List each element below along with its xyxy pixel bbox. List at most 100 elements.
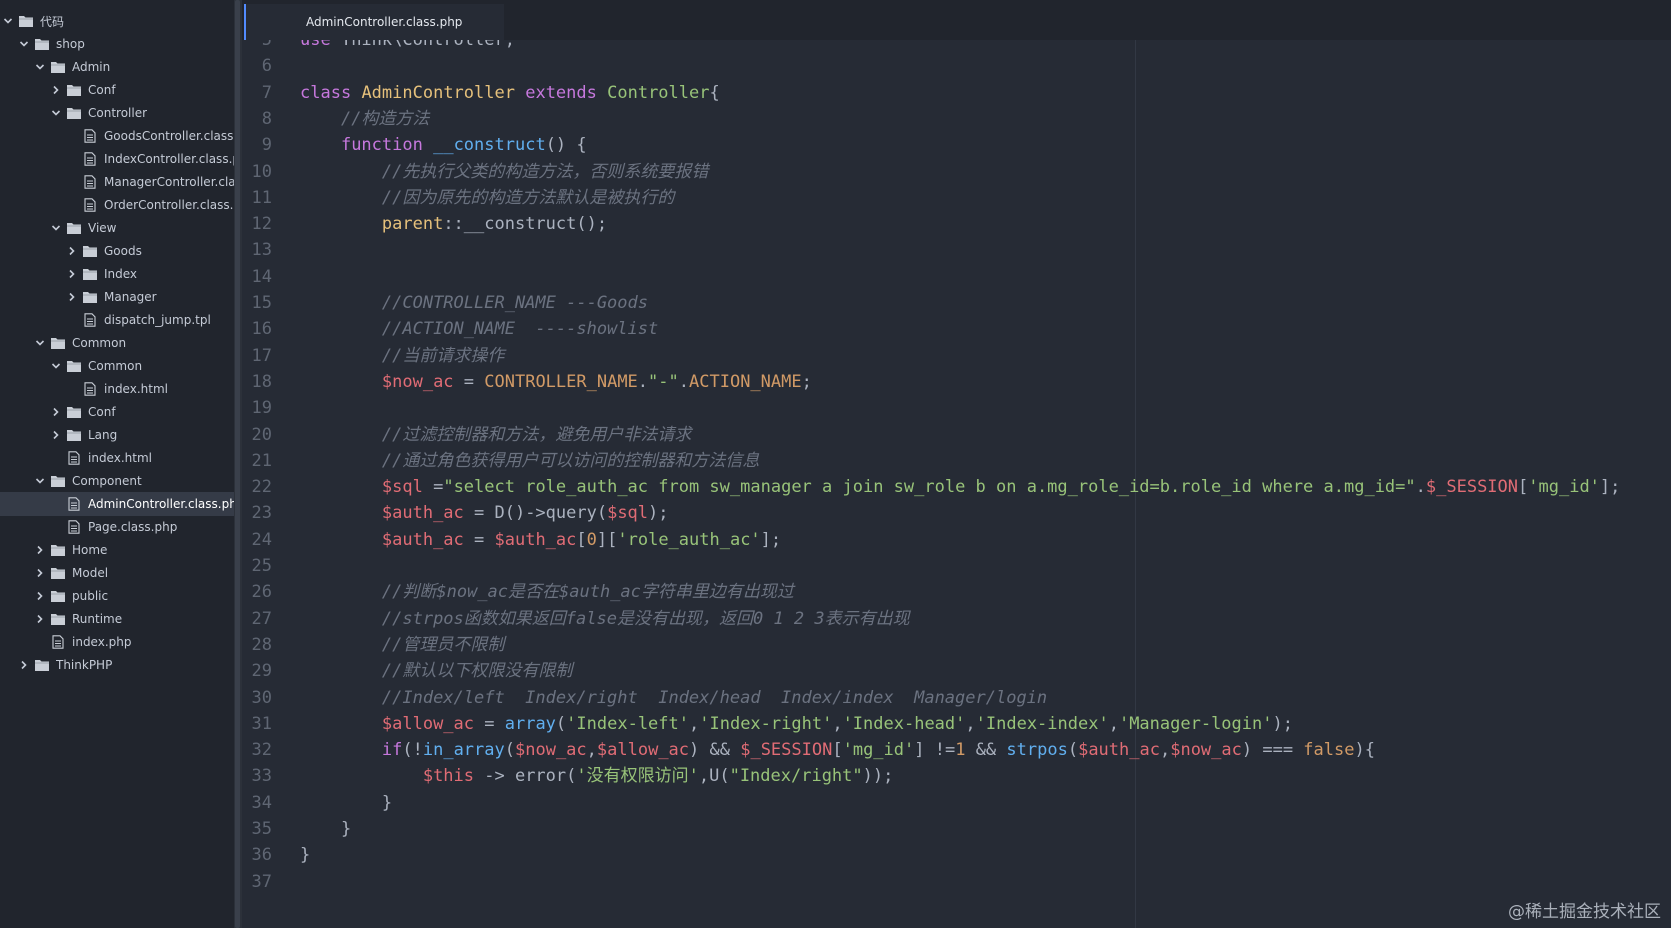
code-token: //因为原先的构造方法默认是被执行的 <box>381 187 675 208</box>
chevron-right-icon[interactable] <box>50 429 62 441</box>
chevron-right-icon[interactable] <box>66 268 78 280</box>
chevron-right-icon[interactable] <box>66 245 78 257</box>
chevron-down-icon[interactable] <box>18 38 30 50</box>
tree-file[interactable]: index.html <box>0 377 234 401</box>
chevron-down-icon[interactable] <box>50 107 62 119</box>
chevron-right-icon[interactable] <box>66 291 78 303</box>
code-line[interactable]: 16 //ACTION_NAME ----showlist <box>242 315 1671 343</box>
tree-folder[interactable]: ThinkPHP <box>0 653 234 677</box>
code-line[interactable]: 19 <box>242 394 1671 422</box>
chevron-right-icon[interactable] <box>34 613 46 625</box>
tree-folder[interactable]: Component <box>0 469 234 493</box>
tab-admincontroller[interactable]: AdminController.class.php <box>244 4 504 40</box>
tree-folder[interactable]: 代码 <box>0 9 234 33</box>
tree-folder[interactable]: Runtime <box>0 607 234 631</box>
code-line[interactable]: 30 //Index/left Index/right Index/head I… <box>242 684 1671 712</box>
code-line[interactable]: 33 $this -> error('没有权限访问',U("Index/righ… <box>242 762 1671 790</box>
code-line[interactable]: 8 //构造方法 <box>242 105 1671 133</box>
code-line[interactable]: 13 <box>242 236 1671 264</box>
file-icon <box>82 129 98 143</box>
code-line[interactable]: 25 <box>242 552 1671 580</box>
code-text: parent::__construct(); <box>300 210 607 238</box>
tree-folder[interactable]: Common <box>0 354 234 378</box>
tree-file[interactable]: Page.class.php <box>0 515 234 539</box>
tree-folder[interactable]: shop <box>0 32 234 56</box>
tree-file[interactable]: index.php <box>0 630 234 654</box>
code-token: //当前请求操作 <box>381 345 505 366</box>
tree-folder[interactable]: Admin <box>0 55 234 79</box>
sidebar-scrollbar[interactable] <box>234 0 242 928</box>
code-line[interactable]: 32 if(!in_array($now_ac,$allow_ac) && $_… <box>242 736 1671 764</box>
code-line[interactable]: 37 <box>242 868 1671 896</box>
chevron-right-icon[interactable] <box>34 567 46 579</box>
code-editor[interactable]: 5 use Think\Controller; 6 7 class AdminContr… <box>242 40 1671 928</box>
chevron-right-icon[interactable] <box>34 544 46 556</box>
chevron-right-icon[interactable] <box>50 406 62 418</box>
code-line[interactable]: 11 //因为原先的构造方法默认是被执行的 <box>242 184 1671 212</box>
code-line[interactable]: 18 $now_ac = CONTROLLER_NAME."-".ACTION_… <box>242 368 1671 396</box>
line-number: 8 <box>261 108 272 129</box>
folder-icon <box>66 405 82 419</box>
folder-icon <box>50 543 66 557</box>
code-line[interactable]: 36} <box>242 841 1671 869</box>
tree-file[interactable]: dispatch_jump.tpl <box>0 308 234 332</box>
code-line[interactable]: 24 $auth_ac = $auth_ac[0]['role_auth_ac'… <box>242 526 1671 554</box>
code-line[interactable]: 12 parent::__construct(); <box>242 210 1671 238</box>
chevron-right-icon[interactable] <box>18 659 30 671</box>
chevron-right-icon[interactable] <box>34 590 46 602</box>
code-line[interactable]: 31 $allow_ac = array('Index-left','Index… <box>242 710 1671 738</box>
sidebar-scrollbar-thumb[interactable] <box>235 0 240 928</box>
code-line[interactable]: 28 //管理员不限制 <box>242 631 1671 659</box>
code-text: $this -> error('没有权限访问',U("Index/right")… <box>300 762 894 790</box>
chevron-down-icon[interactable] <box>34 475 46 487</box>
code-line[interactable]: 15 //CONTROLLER_NAME ---Goods <box>242 289 1671 317</box>
chevron-down-icon[interactable] <box>2 15 14 27</box>
chevron-down-icon[interactable] <box>50 222 62 234</box>
tree-folder[interactable]: Index <box>0 262 234 286</box>
tree-folder[interactable]: public <box>0 584 234 608</box>
chevron-down-icon[interactable] <box>50 360 62 372</box>
tree-file[interactable]: AdminController.class.php <box>0 492 234 516</box>
tree-folder[interactable]: Common <box>0 331 234 355</box>
tree-file[interactable]: IndexController.class.ph <box>0 147 234 171</box>
tree-folder[interactable]: Conf <box>0 400 234 424</box>
code-token: $auth_ac <box>1078 740 1160 761</box>
code-line[interactable]: 17 //当前请求操作 <box>242 342 1671 370</box>
code-line[interactable]: 29 //默认以下权限没有限制 <box>242 657 1671 685</box>
tree-file[interactable]: index.html <box>0 446 234 470</box>
code-line[interactable]: 6 <box>242 52 1671 80</box>
chevron-down-icon[interactable] <box>34 337 46 349</box>
code-line[interactable]: 27 //strpos函数如果返回false是没有出现，返回0 1 2 3表示有… <box>242 605 1671 633</box>
tree-folder[interactable]: Controller <box>0 101 234 125</box>
code-line[interactable]: 9 function __construct() { <box>242 131 1671 159</box>
code-token: [ <box>576 529 587 550</box>
code-token: false <box>1303 740 1355 761</box>
code-line[interactable]: 21 //通过角色获得用户可以访问的控制器和方法信息 <box>242 447 1671 475</box>
tree-folder[interactable]: Conf <box>0 78 234 102</box>
tree-folder[interactable]: Model <box>0 561 234 585</box>
code-line[interactable]: 23 $auth_ac = D()->query($sql); <box>242 499 1671 527</box>
tree-folder[interactable]: Home <box>0 538 234 562</box>
code-text: //通过角色获得用户可以访问的控制器和方法信息 <box>300 447 759 475</box>
code-line[interactable]: 10 //先执行父类的构造方法，否则系统要报错 <box>242 158 1671 186</box>
chevron-down-icon[interactable] <box>34 61 46 73</box>
code-line[interactable]: 20 //过滤控制器和方法，避免用户非法请求 <box>242 421 1671 449</box>
tree-file[interactable]: ManagerController.class <box>0 170 234 194</box>
tree-file[interactable]: OrderController.class.ph <box>0 193 234 217</box>
code-token: //判断$now_ac是否在$auth_ac字符串里边有出现过 <box>381 582 794 603</box>
tree-folder[interactable]: Lang <box>0 423 234 447</box>
chevron-right-icon[interactable] <box>50 84 62 96</box>
code-line[interactable]: 7 class AdminController extends Controlle… <box>242 79 1671 107</box>
tree-folder[interactable]: View <box>0 216 234 240</box>
code-line[interactable]: 34 } <box>242 789 1671 817</box>
code-line[interactable]: 22 $sql ="select role_auth_ac from sw_ma… <box>242 473 1671 501</box>
tree-file[interactable]: GoodsController.class.p <box>0 124 234 148</box>
code-line[interactable]: 35 } <box>242 815 1671 843</box>
code-line[interactable]: 14 <box>242 263 1671 291</box>
tree-folder[interactable]: Manager <box>0 285 234 309</box>
code-line[interactable]: 26 //判断$now_ac是否在$auth_ac字符串里边有出现过 <box>242 578 1671 606</box>
code-token: , <box>832 713 843 734</box>
tree-folder[interactable]: Goods <box>0 239 234 263</box>
code-token: 0 <box>586 529 597 550</box>
